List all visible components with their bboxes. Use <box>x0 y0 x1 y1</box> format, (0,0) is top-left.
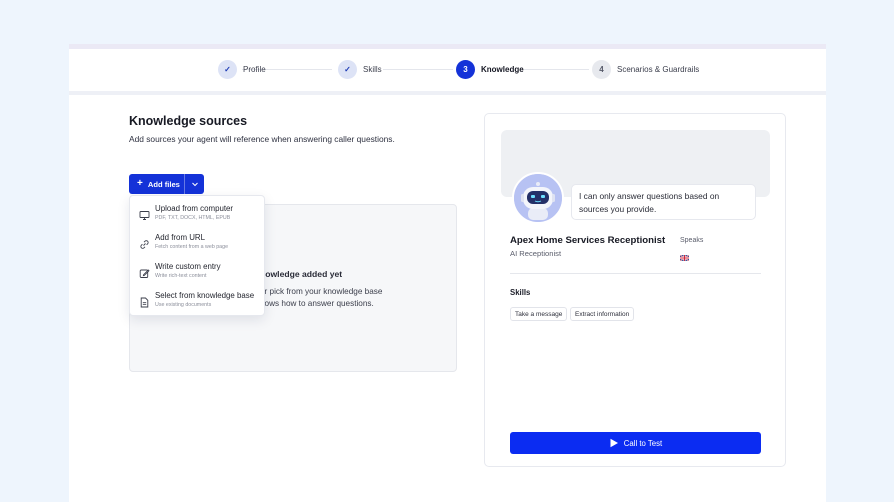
menu-item-title: Add from URL <box>155 233 205 242</box>
step-knowledge[interactable]: 3 Knowledge <box>456 60 524 79</box>
menu-item-subtitle: Fetch content from a web page <box>155 244 229 250</box>
robot-avatar <box>512 172 564 224</box>
panel-divider <box>510 273 761 274</box>
wizard-stepper: ✓ Profile ✓ Skills 3 Knowledge 4 Scenari… <box>69 49 826 91</box>
step-label: Scenarios & Guardrails <box>617 65 700 74</box>
add-files-button[interactable]: + Add files <box>129 174 204 194</box>
step-skills[interactable]: ✓ Skills <box>338 60 382 79</box>
step-label: Knowledge <box>481 65 524 74</box>
empty-state-line: nows how to answer questions. <box>260 299 374 308</box>
menu-item-title: Upload from computer <box>155 204 234 213</box>
menu-item-subtitle: Use existing documents <box>155 302 212 308</box>
chevron-down-icon[interactable] <box>185 174 204 194</box>
step-number: 4 <box>592 60 611 79</box>
check-icon: ✓ <box>338 60 357 79</box>
menu-item-title: Select from knowledge base <box>155 291 255 300</box>
page-title: Knowledge sources <box>129 114 248 128</box>
empty-state-line: or pick from your knowledge base <box>260 287 383 296</box>
step-label: Skills <box>363 65 382 74</box>
add-files-label: Add files <box>147 179 180 189</box>
uk-flag-icon <box>679 248 690 262</box>
skill-chip: Extract information <box>570 307 635 321</box>
step-label: Profile <box>243 65 266 74</box>
step-number: 3 <box>456 60 475 79</box>
skills-heading: Skills <box>510 288 531 297</box>
add-files-dropdown: Upload from computer PDF, TXT, DOCX, HTM… <box>129 195 265 316</box>
page-subtitle: Add sources your agent will reference wh… <box>129 134 395 144</box>
agent-preview-panel: I can only answer questions based on sou… <box>484 113 786 467</box>
menu-item-custom-entry[interactable]: Write custom entry Write rich-text conte… <box>130 260 266 288</box>
step-scenarios[interactable]: 4 Scenarios & Guardrails <box>592 60 699 79</box>
speaks-label: Speaks <box>680 237 704 244</box>
empty-state-text: or pick from your knowledge base nows ho… <box>260 286 382 310</box>
check-icon: ✓ <box>218 60 237 79</box>
add-files-main[interactable]: + Add files <box>129 174 185 194</box>
skill-chip: Take a message <box>510 307 568 321</box>
call-to-test-button[interactable]: Call to Test <box>510 432 761 454</box>
main-frame: ✓ Profile ✓ Skills 3 Knowledge 4 Scenari… <box>69 44 826 502</box>
agent-message-bubble: I can only answer questions based on sou… <box>571 184 756 220</box>
step-profile[interactable]: ✓ Profile <box>218 60 266 79</box>
plus-icon: + <box>137 178 143 189</box>
call-to-test-label: Call to Test <box>623 438 663 448</box>
edit-icon <box>139 266 150 278</box>
document-icon <box>139 295 150 308</box>
menu-item-subtitle: Write rich-text content <box>155 273 207 279</box>
stepper-divider <box>69 91 826 95</box>
menu-item-upload[interactable]: Upload from computer PDF, TXT, DOCX, HTM… <box>130 202 266 230</box>
empty-state-title: nowledge added yet <box>260 269 343 279</box>
menu-item-knowledge-base[interactable]: Select from knowledge base Use existing … <box>130 289 266 317</box>
link-icon <box>139 237 150 249</box>
menu-item-subtitle: PDF, TXT, DOCX, HTML, EPUB <box>155 215 231 221</box>
play-icon <box>610 438 618 448</box>
step-connector <box>383 69 453 70</box>
menu-item-url[interactable]: Add from URL Fetch content from a web pa… <box>130 231 266 259</box>
monitor-icon <box>139 208 150 220</box>
step-connector <box>524 69 589 70</box>
menu-item-title: Write custom entry <box>155 262 221 271</box>
agent-name: Apex Home Services Receptionist <box>510 235 666 246</box>
agent-role: AI Receptionist <box>510 249 562 258</box>
